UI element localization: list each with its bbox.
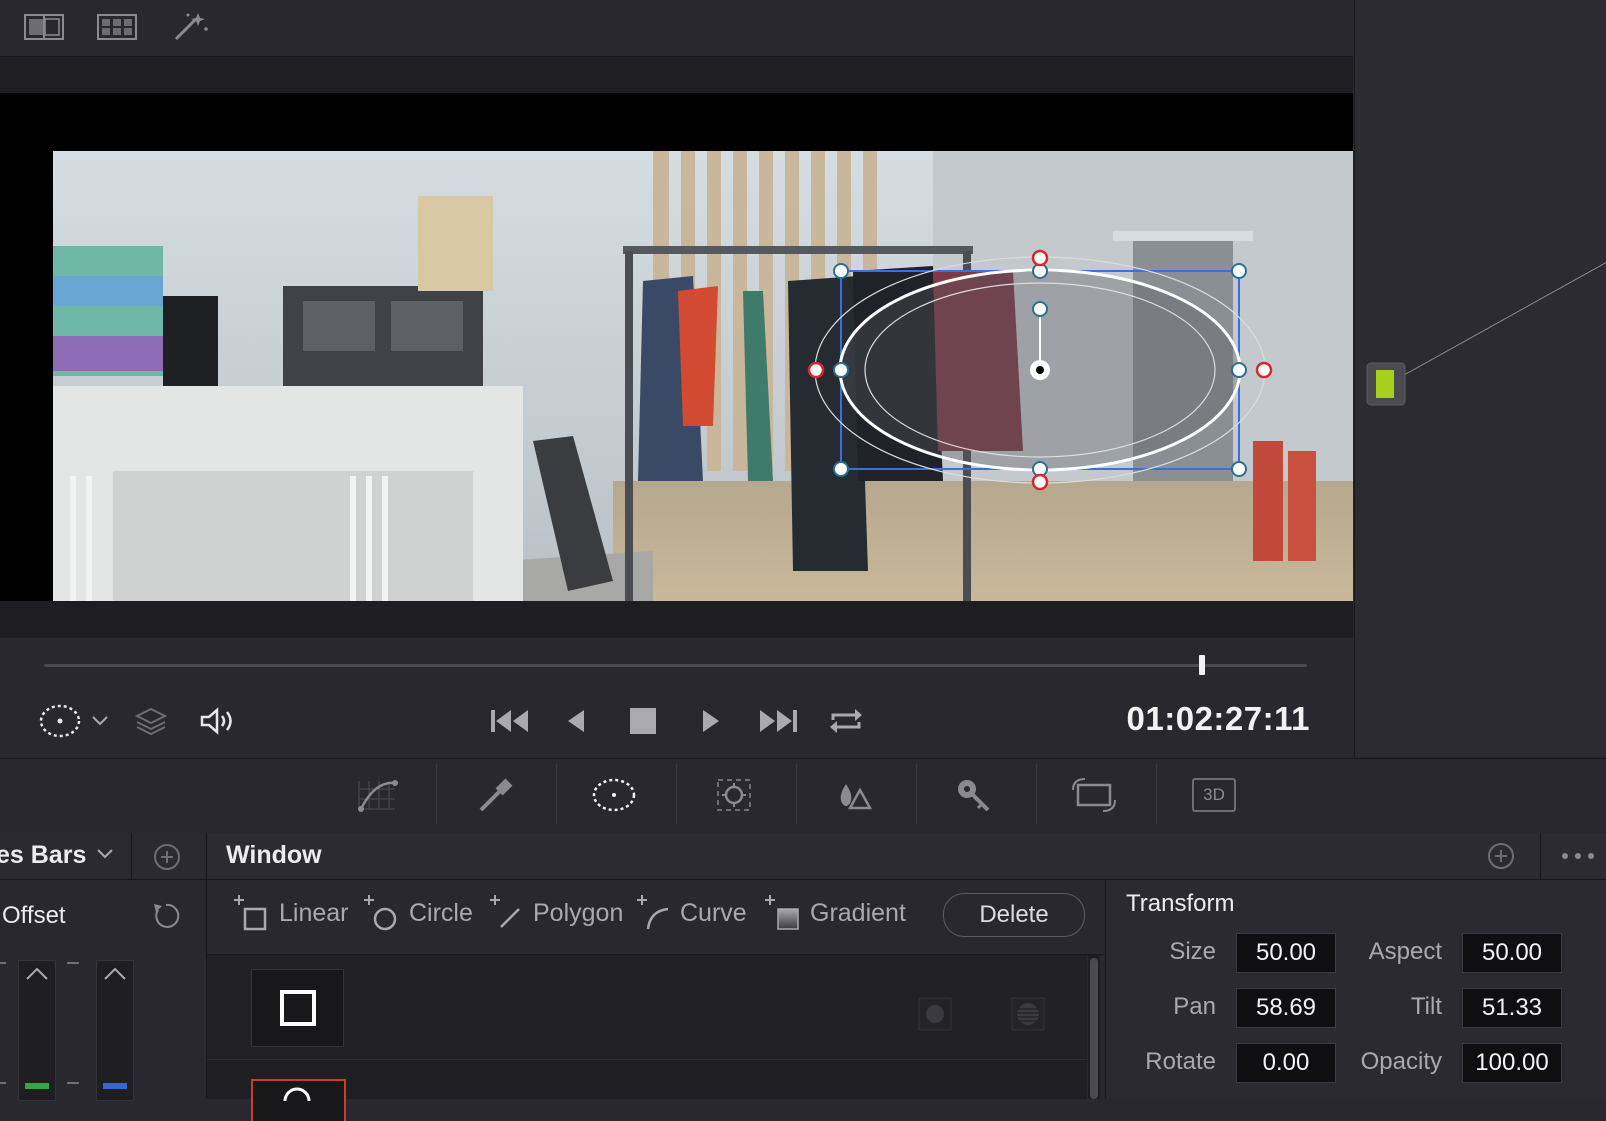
more-options-icon[interactable] xyxy=(1559,843,1599,869)
gradient-label: Gradient xyxy=(810,898,906,927)
add-linear-window-button[interactable]: Linear xyxy=(233,893,349,933)
gradient-window-icon xyxy=(765,895,799,930)
square-window-icon xyxy=(279,990,316,1026)
offset-meter-blue[interactable] xyxy=(96,960,134,1101)
palette-separator xyxy=(676,764,677,824)
key-icon[interactable] xyxy=(946,768,1002,822)
curves-icon[interactable] xyxy=(349,768,405,822)
pan-label: Pan xyxy=(1173,993,1216,1020)
add-polygon-window-button[interactable]: Polygon xyxy=(489,893,623,933)
qualifier-picker-icon[interactable] xyxy=(467,768,523,822)
viewer-letterbox-bottom xyxy=(0,601,1353,639)
window-panel-title: Window xyxy=(226,841,322,869)
palette-separator xyxy=(916,764,917,824)
mask-window-icon[interactable] xyxy=(1011,997,1045,1031)
curve-window-icon xyxy=(637,895,669,930)
play-reverse-icon[interactable] xyxy=(556,700,596,742)
opacity-field[interactable]: 100.00 xyxy=(1462,1043,1562,1083)
pan-field[interactable]: 58.69 xyxy=(1236,988,1336,1028)
aspect-field[interactable]: 50.00 xyxy=(1462,933,1562,973)
add-circle-window-button[interactable]: Circle xyxy=(363,893,473,933)
magic-wand-icon[interactable] xyxy=(168,10,212,44)
circle-label: Circle xyxy=(409,898,473,927)
transform-panel: Transform Size 50.00 Aspect 50.00 Pan 58… xyxy=(1105,880,1606,1099)
palette-separator xyxy=(556,764,557,824)
sizing-icon[interactable] xyxy=(1066,768,1122,822)
offset-meter-green[interactable] xyxy=(18,960,56,1101)
left-panel-title: es Bars xyxy=(0,841,87,869)
loop-icon[interactable] xyxy=(826,700,866,742)
node-editor-panel[interactable] xyxy=(1354,0,1606,757)
meter-tick xyxy=(0,962,6,964)
rotate-label: Rotate xyxy=(1145,1048,1216,1075)
linear-window-icon xyxy=(234,895,267,931)
add-curve-window-button[interactable]: Curve xyxy=(636,893,747,933)
go-to-first-icon[interactable] xyxy=(486,700,534,742)
tilt-field[interactable]: 51.33 xyxy=(1462,988,1562,1028)
rotate-field[interactable]: 0.00 xyxy=(1236,1043,1336,1083)
circle-window-icon xyxy=(364,895,397,931)
stop-icon[interactable] xyxy=(623,700,663,742)
polygon-window-icon xyxy=(490,895,520,928)
palette-separator xyxy=(1156,764,1157,824)
viewer-toolbar xyxy=(0,0,1353,57)
invert-window-icon[interactable] xyxy=(918,997,952,1031)
window-icon[interactable] xyxy=(586,768,642,822)
polygon-label: Polygon xyxy=(533,898,624,927)
reset-add-icon[interactable] xyxy=(150,840,186,874)
magic-mask-icon[interactable] xyxy=(826,768,882,822)
grid-view-icon[interactable] xyxy=(95,10,139,44)
split-screen-icon[interactable] xyxy=(22,10,66,44)
window-thumbnail-selected[interactable] xyxy=(251,1079,346,1121)
speaker-icon[interactable] xyxy=(198,700,238,742)
meter-tick xyxy=(67,1082,79,1084)
offset-label: Offset xyxy=(2,902,66,929)
go-to-last-icon[interactable] xyxy=(754,700,802,742)
add-gradient-window-button[interactable]: Gradient xyxy=(764,893,906,933)
size-field[interactable]: 50.00 xyxy=(1236,933,1336,973)
layers-icon[interactable] xyxy=(131,700,171,742)
aspect-label: Aspect xyxy=(1368,938,1442,965)
linear-label: Linear xyxy=(279,898,349,927)
chevron-down-icon[interactable] xyxy=(88,700,112,742)
video-frame[interactable] xyxy=(53,151,1353,601)
playhead[interactable] xyxy=(1199,655,1206,675)
reset-icon[interactable] xyxy=(150,900,184,934)
curve-label: Curve xyxy=(680,898,747,927)
palette-separator xyxy=(1036,764,1037,824)
chevron-down-icon[interactable] xyxy=(96,847,114,865)
window-overlay-toggle-icon[interactable] xyxy=(38,700,88,742)
meter-tick xyxy=(67,962,79,964)
play-icon[interactable] xyxy=(691,700,731,742)
palette-separator xyxy=(796,764,797,824)
size-label: Size xyxy=(1169,938,1216,965)
3d-icon[interactable]: 3D xyxy=(1186,768,1242,822)
reset-add-icon[interactable] xyxy=(1484,839,1518,873)
window-thumbnail[interactable] xyxy=(251,969,344,1047)
tracker-icon[interactable] xyxy=(706,768,762,822)
transform-title: Transform xyxy=(1126,890,1235,917)
palette-separator xyxy=(436,764,437,824)
header-separator xyxy=(1540,833,1541,879)
viewer-header-strip xyxy=(0,57,1353,93)
palette-toolbar xyxy=(0,758,1606,834)
timecode-display: 01:02:27:11 xyxy=(1126,700,1310,737)
meter-tick xyxy=(0,1082,6,1084)
scrollbar-thumb[interactable] xyxy=(1090,958,1098,1099)
tilt-label: Tilt xyxy=(1410,993,1442,1020)
3d-label: 3D xyxy=(1192,778,1236,812)
opacity-label: Opacity xyxy=(1360,1048,1442,1075)
scrub-bar[interactable] xyxy=(44,664,1307,667)
header-separator xyxy=(131,833,132,879)
window-panel-header: Window xyxy=(207,833,1606,880)
delete-button[interactable]: Delete xyxy=(943,893,1085,937)
